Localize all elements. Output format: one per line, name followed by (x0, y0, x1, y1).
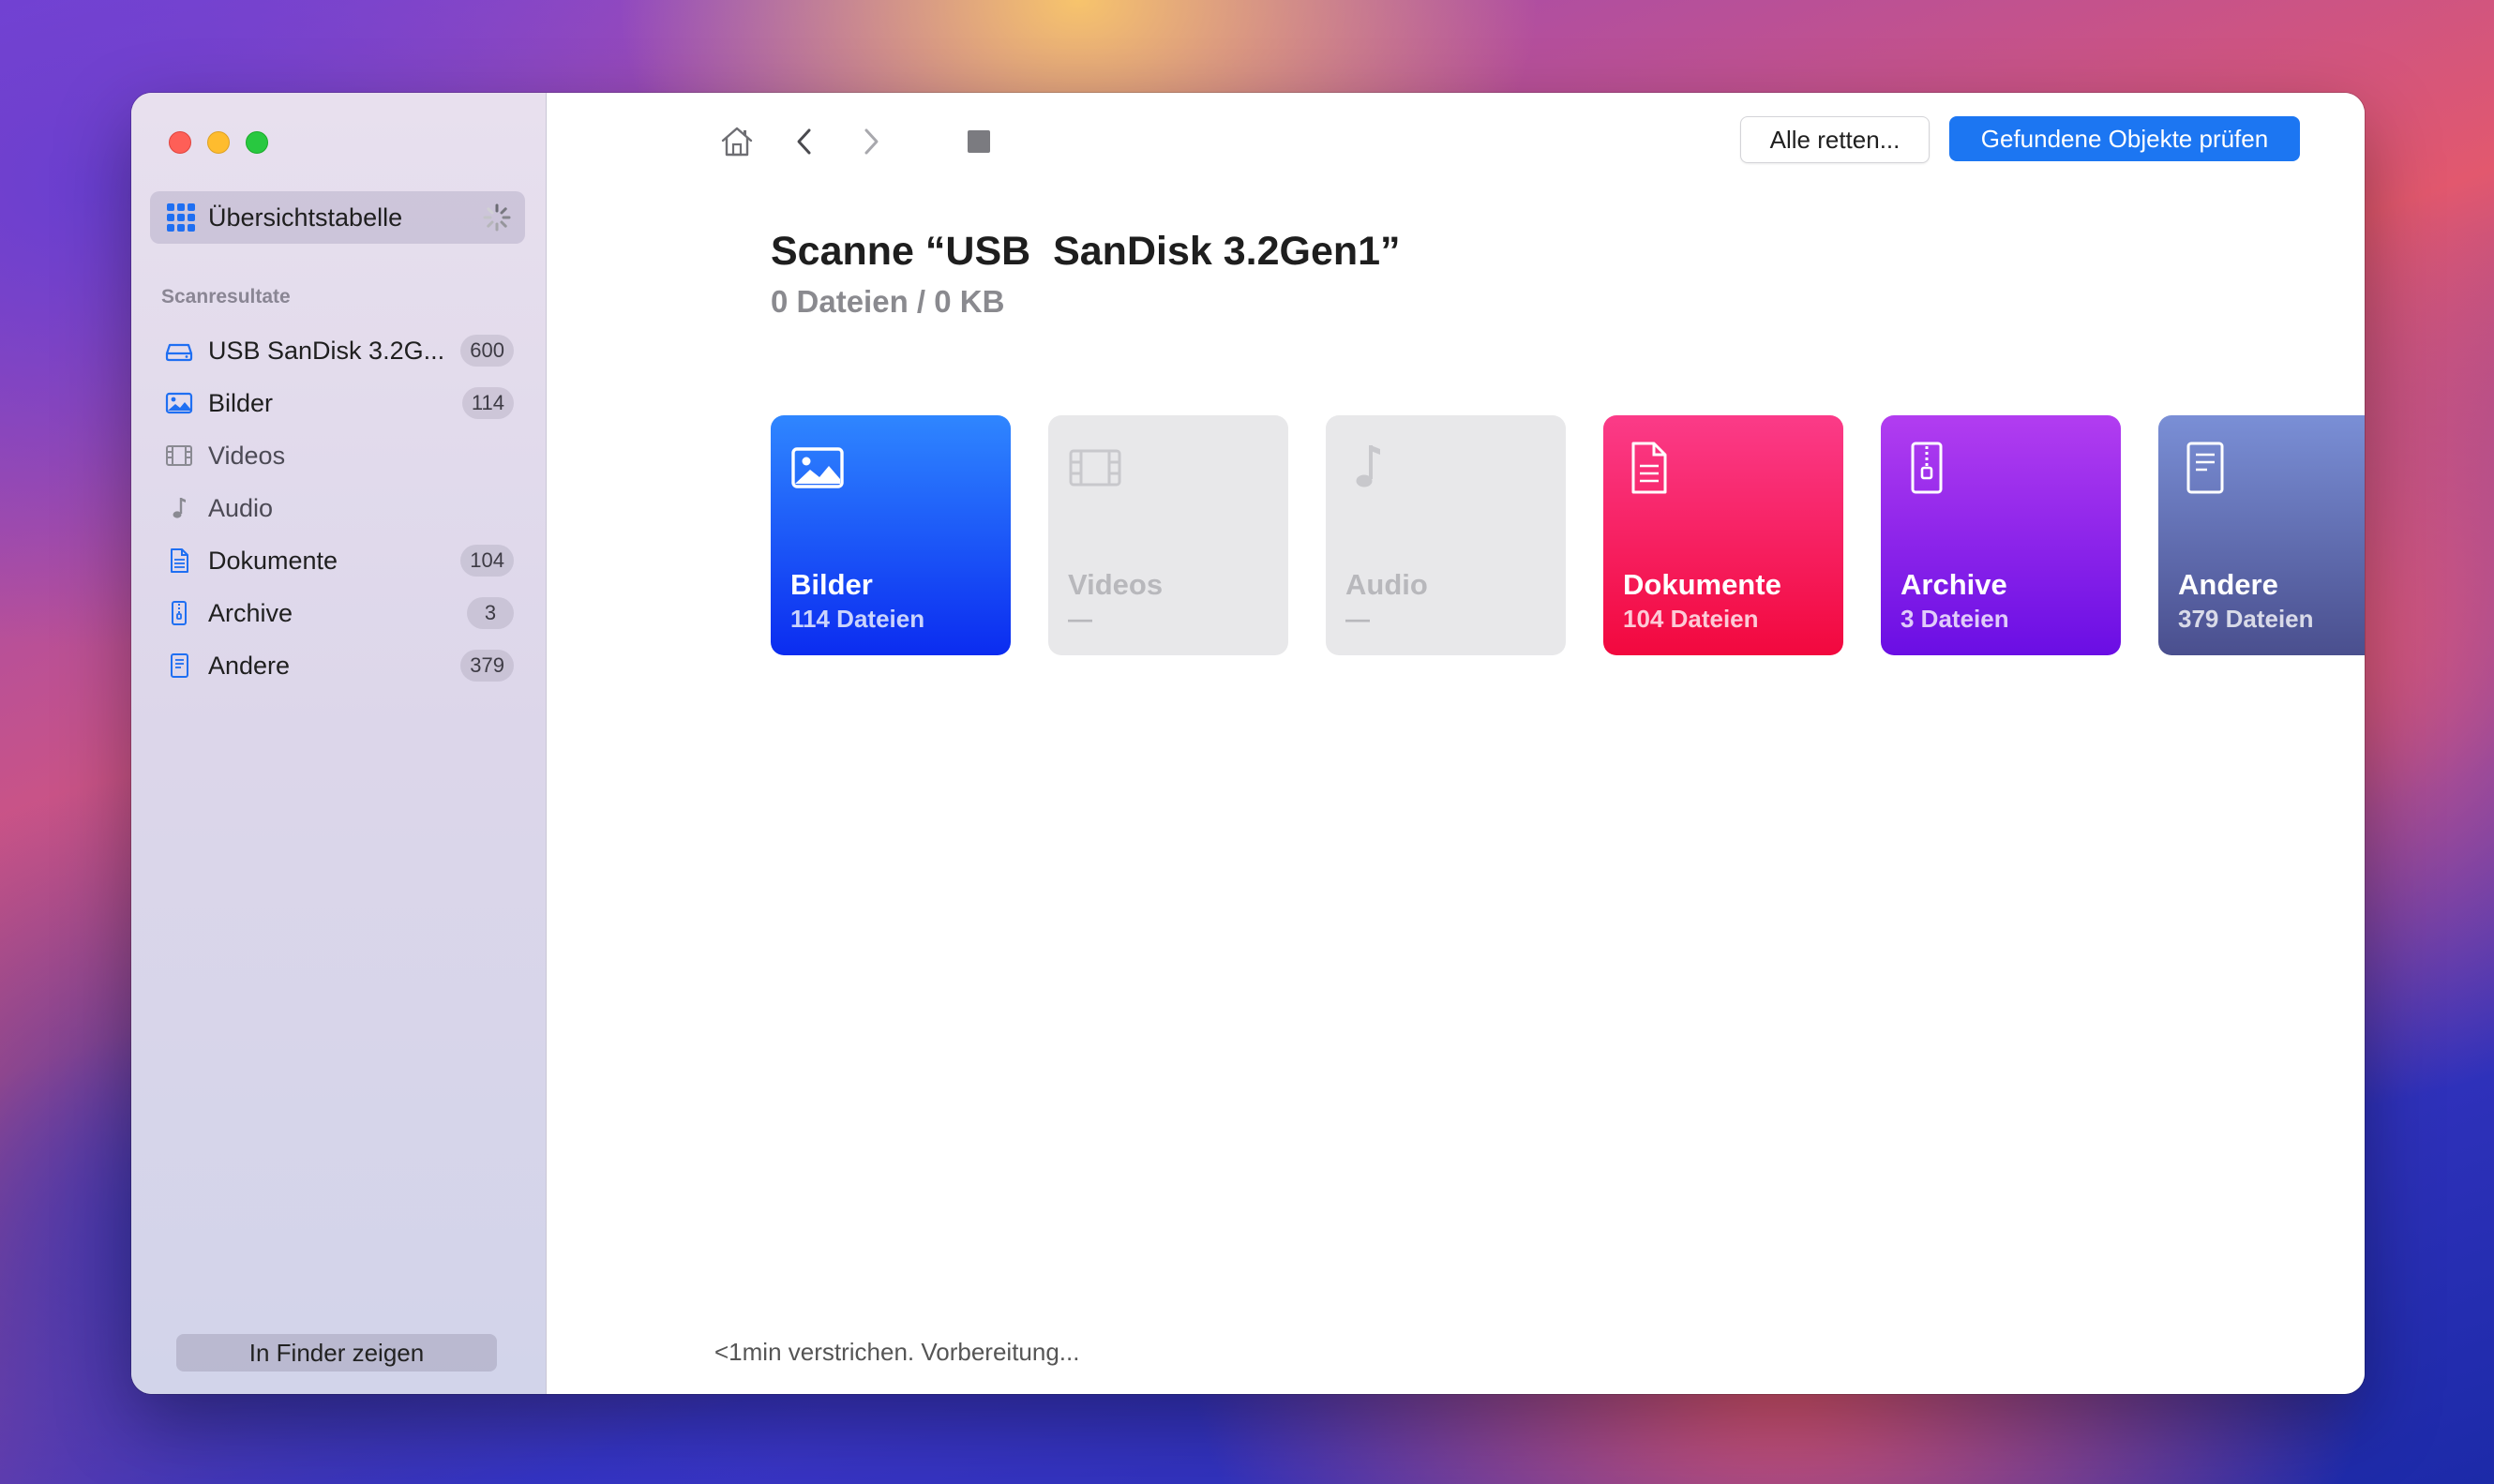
sidebar-item-videos[interactable]: Videos (131, 429, 546, 482)
sidebar: Übersichtstabelle Scanresultate USB SanD… (131, 93, 547, 1394)
forward-button[interactable] (850, 121, 892, 162)
status-text: <1min verstrichen. Vorbereitung... (714, 1338, 1080, 1366)
sidebar-item-label: Videos (208, 441, 286, 470)
card-archive[interactable]: Archive 3 Dateien (1881, 415, 2121, 655)
page-title: Scanne “USB SanDisk 3.2Gen1” (771, 229, 1401, 274)
card-count: 104 Dateien (1623, 605, 1759, 633)
scan-results-list: USB SanDisk 3.2G... 600 Bilder 114 Video… (131, 324, 546, 692)
sidebar-item-archive[interactable]: Archive 3 (131, 587, 546, 639)
card-count: 114 Dateien (790, 605, 925, 633)
sidebar-item-audio[interactable]: Audio (131, 482, 546, 534)
close-window-button[interactable] (169, 131, 191, 154)
spinner-icon (483, 203, 511, 232)
minimize-window-button[interactable] (207, 131, 230, 154)
category-cards: Bilder 114 Dateien Videos — Audio — Doku… (771, 415, 2365, 655)
grid-icon (167, 203, 195, 232)
card-andere[interactable]: Andere 379 Dateien (2158, 415, 2365, 655)
sidebar-item-dokumente[interactable]: Dokumente 104 (131, 534, 546, 587)
music-note-icon (173, 498, 186, 518)
section-title-scan-results: Scanresultate (161, 286, 291, 307)
card-title: Dokumente (1623, 568, 1781, 601)
image-icon (791, 442, 844, 494)
home-icon (721, 127, 753, 157)
count-badge: 600 (460, 335, 514, 367)
chevron-right-icon (864, 128, 879, 155)
document-icon (171, 548, 188, 573)
card-count: 379 Dateien (2178, 605, 2314, 633)
card-audio[interactable]: Audio — (1326, 415, 1566, 655)
stop-scan-button[interactable] (958, 121, 999, 162)
review-found-items-button[interactable]: Gefundene Objekte prüfen (1949, 116, 2300, 161)
card-title: Audio (1345, 568, 1428, 601)
card-title: Archive (1901, 568, 2007, 601)
sidebar-item-label: Andere (208, 651, 291, 680)
sidebar-item-label: Bilder (208, 388, 274, 417)
sidebar-item-label: Dokumente (208, 546, 338, 575)
back-button[interactable] (784, 121, 825, 162)
card-videos[interactable]: Videos — (1048, 415, 1288, 655)
sidebar-item-usb-drive[interactable]: USB SanDisk 3.2G... 600 (131, 324, 546, 377)
count-badge: 104 (460, 545, 514, 577)
card-bilder[interactable]: Bilder 114 Dateien (771, 415, 1011, 655)
zoom-window-button[interactable] (246, 131, 268, 154)
card-count: — (1345, 605, 1370, 633)
sidebar-item-label: USB SanDisk 3.2G... (208, 336, 445, 365)
show-in-finder-button[interactable]: In Finder zeigen (176, 1334, 497, 1372)
main-content: Alle retten... Gefundene Objekte prüfen … (547, 93, 2365, 1394)
card-count: 3 Dateien (1901, 605, 2009, 633)
count-badge: 114 (461, 387, 514, 419)
card-title: Bilder (790, 568, 873, 601)
card-dokumente[interactable]: Dokumente 104 Dateien (1603, 415, 1843, 655)
chevron-left-icon (797, 128, 811, 155)
scan-summary: 0 Dateien / 0 KB (771, 284, 1005, 319)
zip-archive-icon (172, 601, 187, 625)
sidebar-item-bilder[interactable]: Bilder 114 (131, 377, 546, 429)
other-file-icon (2179, 442, 2231, 494)
home-button[interactable] (716, 121, 758, 162)
stop-icon (968, 130, 990, 153)
sidebar-item-andere[interactable]: Andere 379 (131, 639, 546, 692)
card-title: Andere (2178, 568, 2278, 601)
count-badge: 3 (467, 597, 514, 629)
rescue-all-button[interactable]: Alle retten... (1740, 116, 1930, 163)
window-controls (169, 131, 268, 154)
card-title: Videos (1068, 568, 1164, 601)
sidebar-item-label: Audio (208, 493, 274, 522)
document-icon (1624, 442, 1676, 494)
card-count: — (1068, 605, 1092, 633)
film-icon (1069, 442, 1121, 494)
image-icon (165, 392, 193, 414)
drive-icon (165, 343, 193, 362)
other-file-icon (171, 653, 188, 678)
overview-label: Übersichtstabelle (208, 202, 403, 232)
music-note-icon (1346, 442, 1399, 494)
film-icon (166, 445, 192, 466)
zip-archive-icon (1901, 442, 1954, 494)
sidebar-item-overview[interactable]: Übersichtstabelle (150, 191, 525, 244)
sidebar-item-label: Archive (208, 598, 293, 627)
count-badge: 379 (460, 650, 514, 682)
app-window: Übersichtstabelle Scanresultate USB SanD… (131, 93, 2365, 1394)
